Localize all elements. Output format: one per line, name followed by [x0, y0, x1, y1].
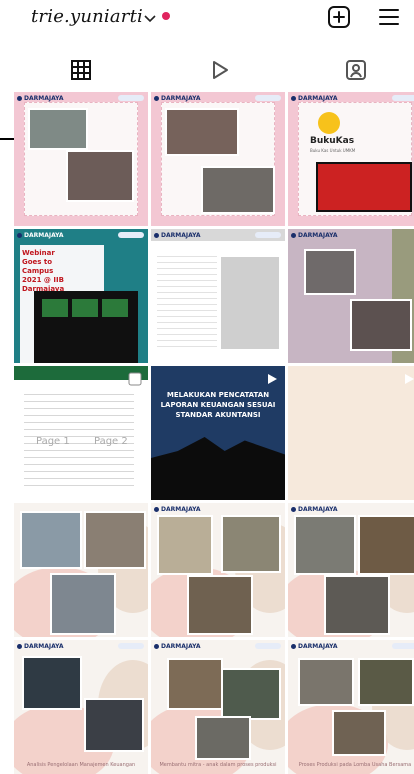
- post-15[interactable]: DARMAJAYA Proses Produksi pada Lomba Usa…: [288, 640, 414, 774]
- post-4[interactable]: DARMAJAYA Webinar Goes to Campus 2021 @ …: [14, 229, 148, 363]
- username[interactable]: trie.yuniarti: [31, 6, 143, 27]
- post-6[interactable]: DARMAJAYA: [288, 229, 414, 363]
- post-14[interactable]: DARMAJAYA Membantu mitra - anak dalam pr…: [151, 640, 285, 774]
- post-5[interactable]: DARMAJAYA: [151, 229, 285, 363]
- tagged-person-icon[interactable]: [344, 58, 368, 82]
- post-8[interactable]: MELAKUKAN PENCATATAN LAPORAN KEUANGAN SE…: [151, 366, 285, 500]
- add-post-icon[interactable]: [327, 5, 351, 29]
- post-10[interactable]: [14, 503, 148, 637]
- post-13[interactable]: DARMAJAYA Analisis Pengelolaan Manajemen…: [14, 640, 148, 774]
- notification-dot: [162, 12, 170, 20]
- multi-post-icon: [128, 372, 142, 386]
- profile-header: trie.yuniarti: [0, 0, 414, 40]
- reel-play-icon: [405, 374, 414, 384]
- play-icon[interactable]: [208, 58, 232, 82]
- chevron-down-icon[interactable]: [144, 14, 156, 24]
- reel-play-icon: [268, 374, 277, 384]
- post-9[interactable]: [288, 366, 414, 500]
- post-7[interactable]: Page 1 Page 2: [14, 366, 148, 500]
- post-11[interactable]: DARMAJAYA: [151, 503, 285, 637]
- grid-icon[interactable]: [69, 58, 93, 82]
- post-3[interactable]: DARMAJAYA BukuKas Buku Kas Untuk UMKM: [288, 92, 414, 226]
- post-1[interactable]: DARMAJAYA: [14, 92, 148, 226]
- post-2[interactable]: DARMAJAYA: [151, 92, 285, 226]
- menu-icon[interactable]: [377, 5, 401, 29]
- profile-tabs: [0, 50, 414, 140]
- post-12[interactable]: DARMAJAYA: [288, 503, 414, 637]
